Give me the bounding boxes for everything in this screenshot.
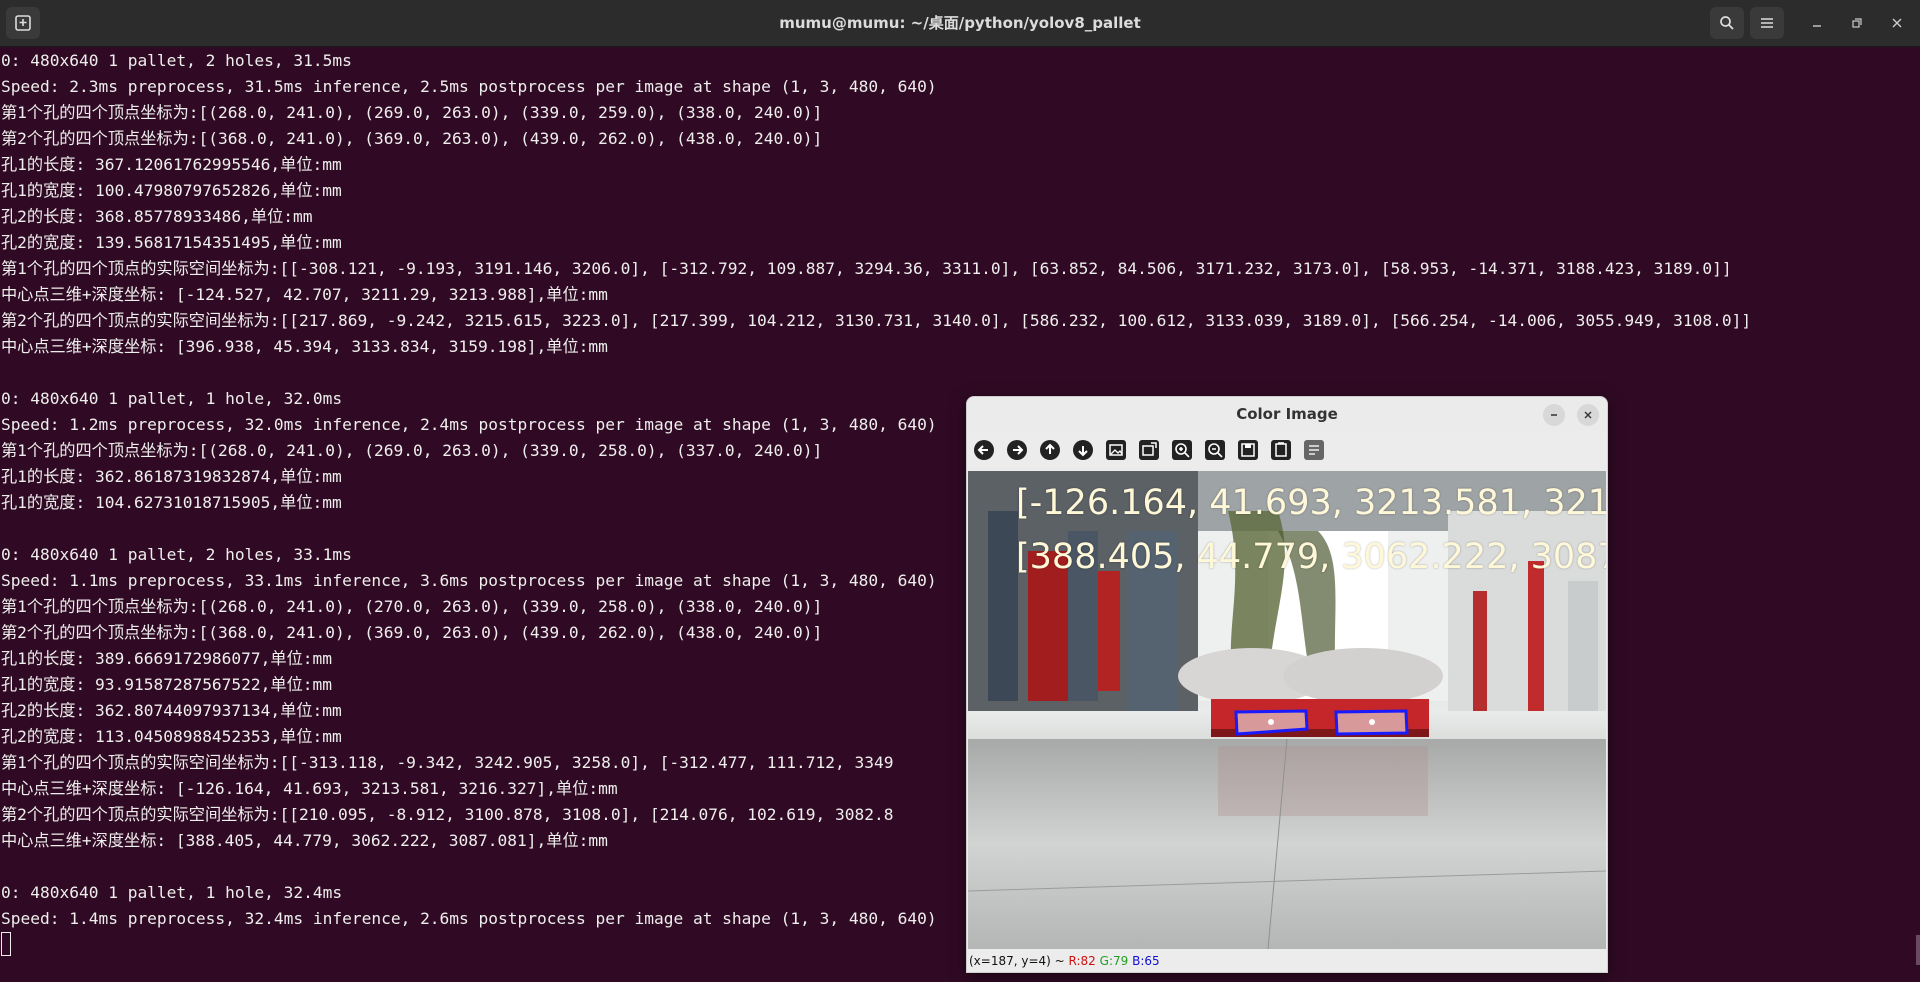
restore-icon	[1852, 18, 1862, 28]
terminal-line: 孔2的宽度: 139.56817154351495,单位:mm	[1, 233, 342, 252]
close-icon	[1892, 18, 1902, 28]
zoom-original-button[interactable]	[1136, 437, 1162, 463]
terminal-line: Speed: 1.1ms preprocess, 33.1ms inferenc…	[1, 571, 937, 590]
minimize-icon	[1813, 25, 1821, 27]
pan-down-button[interactable]	[1070, 437, 1096, 463]
zoom-out-icon	[1205, 440, 1225, 460]
color-image-titlebar[interactable]: Color Image	[967, 397, 1607, 431]
terminal-line: 0: 480x640 1 pallet, 1 hole, 32.0ms	[1, 389, 343, 408]
terminal-line: 0: 480x640 1 pallet, 2 holes, 31.5ms	[1, 51, 352, 70]
image-viewport[interactable]: [-126.164, 41.693, 3213.581, 3216 [388.4…	[968, 471, 1606, 949]
terminal-line: 第2个孔的四个顶点的实际空间坐标为:[[210.095, -8.912, 310…	[1, 805, 1605, 824]
terminal-line: 中心点三维+深度坐标: [396.938, 45.394, 3133.834, …	[1, 337, 608, 356]
terminal-line: Speed: 2.3ms preprocess, 31.5ms inferenc…	[1, 77, 937, 96]
terminal-titlebar: mumu@mumu: ~/桌面/python/yolov8_pallet	[0, 0, 1920, 47]
arrow-up-icon	[1040, 440, 1060, 460]
terminal-cursor	[1, 932, 11, 956]
terminal-line: 第1个孔的四个顶点坐标为:[(268.0, 241.0), (269.0, 26…	[1, 103, 823, 122]
terminal-line: 孔2的长度: 368.85778933486,单位:mm	[1, 207, 313, 226]
terminal-line: 第2个孔的四个顶点的实际空间坐标为:[[217.869, -9.242, 321…	[1, 311, 1752, 330]
close-button[interactable]	[1886, 12, 1908, 34]
pixel-g-value: G:79	[1099, 954, 1129, 968]
pixel-coords: (x=187, y=4) ~	[969, 954, 1069, 968]
terminal-line: 中心点三维+深度坐标: [388.405, 44.779, 3062.222, …	[1, 831, 608, 850]
image-edit-icon	[1139, 440, 1159, 460]
zoom-in-icon	[1172, 440, 1192, 460]
terminal-line: Speed: 1.2ms preprocess, 32.0ms inferenc…	[1, 415, 937, 434]
image-statusbar: (x=187, y=4) ~ R:82 G:79 B:65	[967, 951, 1607, 972]
save-icon	[1238, 440, 1258, 460]
menu-button[interactable]	[1750, 7, 1784, 39]
minimize-button[interactable]	[1806, 12, 1828, 34]
image-icon	[1106, 440, 1126, 460]
copy-icon	[1271, 440, 1291, 460]
terminal-line: 孔1的宽度: 104.62731018715905,单位:mm	[1, 493, 342, 512]
properties-button[interactable]	[1301, 437, 1327, 463]
terminal-line: 第1个孔的四个顶点的实际空间坐标为:[[-308.121, -9.193, 31…	[1, 259, 1732, 278]
terminal-line: 孔1的长度: 367.12061762995546,单位:mm	[1, 155, 342, 174]
close-icon	[1584, 411, 1592, 419]
terminal-line: 孔2的长度: 362.80744097937134,单位:mm	[1, 701, 342, 720]
overlay-coord-line-1: [-126.164, 41.693, 3213.581, 3216	[1016, 483, 1606, 523]
terminal-line: 中心点三维+深度坐标: [-124.527, 42.707, 3211.29, …	[1, 285, 608, 304]
terminal-line: 孔1的长度: 389.6669172986077,单位:mm	[1, 649, 333, 668]
terminal-line: 孔1的宽度: 100.47980797652826,单位:mm	[1, 181, 342, 200]
arrow-down-icon	[1073, 440, 1093, 460]
search-icon	[1720, 16, 1734, 30]
overlay-coord-line-2: [388.405, 44.779, 3062.222, 3087.0	[1016, 537, 1606, 577]
terminal-line: 中心点三维+深度坐标: [-126.164, 41.693, 3213.581,…	[1, 779, 618, 798]
properties-icon	[1304, 440, 1324, 460]
pixel-b-value: B:65	[1132, 954, 1160, 968]
arrow-left-icon	[974, 440, 994, 460]
terminal-line: 第1个孔的四个顶点坐标为:[(268.0, 241.0), (270.0, 26…	[1, 597, 823, 616]
terminal-line: 孔1的长度: 362.86187319832874,单位:mm	[1, 467, 342, 486]
terminal-line: 第1个孔的四个顶点的实际空间坐标为:[[-313.118, -9.342, 32…	[1, 753, 1605, 772]
zoom-fit-button[interactable]	[1103, 437, 1129, 463]
terminal-line: 第2个孔的四个顶点坐标为:[(368.0, 241.0), (369.0, 26…	[1, 129, 823, 148]
terminal-line: 第2个孔的四个顶点坐标为:[(368.0, 241.0), (369.0, 26…	[1, 623, 823, 642]
search-button[interactable]	[1710, 7, 1744, 39]
maximize-button[interactable]	[1846, 12, 1868, 34]
save-button[interactable]	[1235, 437, 1261, 463]
terminal-line: 0: 480x640 1 pallet, 2 holes, 33.1ms	[1, 545, 352, 564]
window-title: mumu@mumu: ~/桌面/python/yolov8_pallet	[779, 14, 1141, 32]
terminal-line: 0: 480x640 1 pallet, 1 hole, 32.4ms	[1, 883, 343, 902]
arrow-right-icon	[1007, 440, 1027, 460]
color-image-title: Color Image	[1236, 405, 1338, 423]
terminal-line: 第1个孔的四个顶点坐标为:[(268.0, 241.0), (269.0, 26…	[1, 441, 823, 460]
minimize-icon	[1551, 414, 1557, 416]
pan-left-button[interactable]	[971, 437, 997, 463]
terminal-line: 孔2的宽度: 113.04508988452353,单位:mm	[1, 727, 342, 746]
copy-button[interactable]	[1268, 437, 1294, 463]
image-close-button[interactable]	[1577, 404, 1599, 426]
color-image-window: Color Image [-126.164, 41.693, 3213.581,…	[966, 396, 1608, 973]
pan-right-button[interactable]	[1004, 437, 1030, 463]
pan-up-button[interactable]	[1037, 437, 1063, 463]
terminal-line: Speed: 1.4ms preprocess, 32.4ms inferenc…	[1, 909, 937, 928]
zoom-in-button[interactable]	[1169, 437, 1195, 463]
hamburger-menu-icon	[1761, 18, 1773, 28]
pixel-r-value: R:82	[1068, 954, 1096, 968]
zoom-out-button[interactable]	[1202, 437, 1228, 463]
terminal-output[interactable]: 0: 480x640 1 pallet, 2 holes, 31.5ms Spee…	[0, 48, 1920, 982]
terminal-scrollbar[interactable]	[1916, 935, 1920, 965]
image-toolbar	[967, 433, 1607, 467]
terminal-line: 孔1的宽度: 93.91587287567522,单位:mm	[1, 675, 333, 694]
image-minimize-button[interactable]	[1543, 404, 1565, 426]
